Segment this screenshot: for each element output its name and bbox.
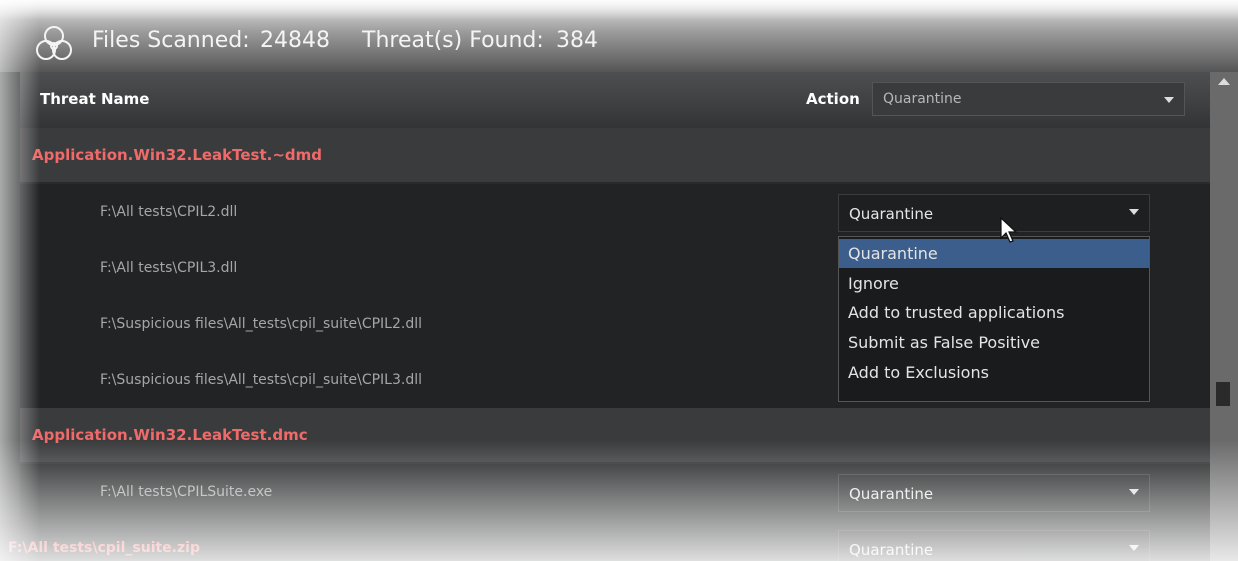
file-path: F:\All tests\CPILSuite.exe	[100, 484, 273, 500]
action-all-select[interactable]: Quarantine	[872, 82, 1185, 116]
table-row[interactable]: F:\All tests\CPIL2.dll Quarantine	[20, 184, 1210, 241]
file-path: F:\Suspicious files\All_tests\cpil_suite…	[100, 372, 422, 388]
option-add-to-exclusions[interactable]: Add to Exclusions	[839, 358, 1149, 387]
biohazard-icon	[36, 26, 72, 60]
action-column-header: Action	[806, 90, 860, 108]
threat-group[interactable]: Application.Win32.LeakTest.~dmd	[20, 128, 1210, 183]
scroll-up-icon[interactable]	[1218, 78, 1230, 85]
threat-group-name: Application.Win32.LeakTest.dmc	[32, 426, 308, 444]
chevron-down-icon	[1164, 97, 1174, 103]
file-path: F:\All tests\CPIL2.dll	[100, 204, 238, 220]
files-scanned-label: Files Scanned:	[92, 28, 250, 53]
file-action-value: Quarantine	[849, 541, 934, 559]
file-path: F:\All tests\CPIL3.dll	[100, 260, 238, 276]
file-path: F:\Suspicious files\All_tests\cpil_suite…	[100, 316, 422, 332]
file-action-value: Quarantine	[849, 205, 934, 223]
scan-results-panel: Files Scanned: 24848 Threat(s) Found: 38…	[0, 0, 1238, 561]
table-row[interactable]: F:\All tests\CPILSuite.exe Quarantine	[20, 464, 1210, 521]
option-submit-as-false-positive[interactable]: Submit as False Positive	[839, 328, 1149, 357]
threat-group[interactable]: Application.Win32.LeakTest.dmc	[20, 408, 1210, 463]
table-header: Threat Name Action Quarantine	[20, 72, 1210, 129]
table-row[interactable]: F:\All tests\cpil_suite.zip Quarantine	[0, 520, 1210, 561]
scrollbar-thumb[interactable]	[1216, 382, 1230, 406]
threat-group-name: Application.Win32.LeakTest.~dmd	[32, 146, 323, 164]
file-action-value: Quarantine	[849, 485, 934, 503]
action-all-value: Quarantine	[883, 91, 962, 107]
option-ignore[interactable]: Ignore	[839, 269, 1149, 298]
chevron-down-icon	[1129, 209, 1139, 215]
files-scanned-count: 24848	[260, 28, 330, 53]
action-dropdown-list: Quarantine Ignore Add to trusted applica…	[838, 236, 1150, 402]
threats-found-label: Threat(s) Found:	[362, 28, 544, 53]
scan-summary-header: Files Scanned: 24848 Threat(s) Found: 38…	[0, 0, 1238, 72]
option-quarantine[interactable]: Quarantine	[839, 239, 1149, 268]
file-action-select[interactable]: Quarantine	[838, 194, 1150, 232]
file-action-select[interactable]: Quarantine	[838, 530, 1150, 561]
threats-found-count: 384	[556, 28, 598, 53]
option-add-to-trusted-applications[interactable]: Add to trusted applications	[839, 298, 1149, 327]
vertical-scrollbar[interactable]	[1210, 72, 1238, 561]
chevron-down-icon	[1129, 489, 1139, 495]
chevron-down-icon	[1129, 545, 1139, 551]
file-path: F:\All tests\cpil_suite.zip	[8, 540, 200, 556]
file-action-select[interactable]: Quarantine	[838, 474, 1150, 512]
threat-name-column-header[interactable]: Threat Name	[40, 90, 149, 108]
mouse-cursor-icon	[1000, 217, 1018, 243]
